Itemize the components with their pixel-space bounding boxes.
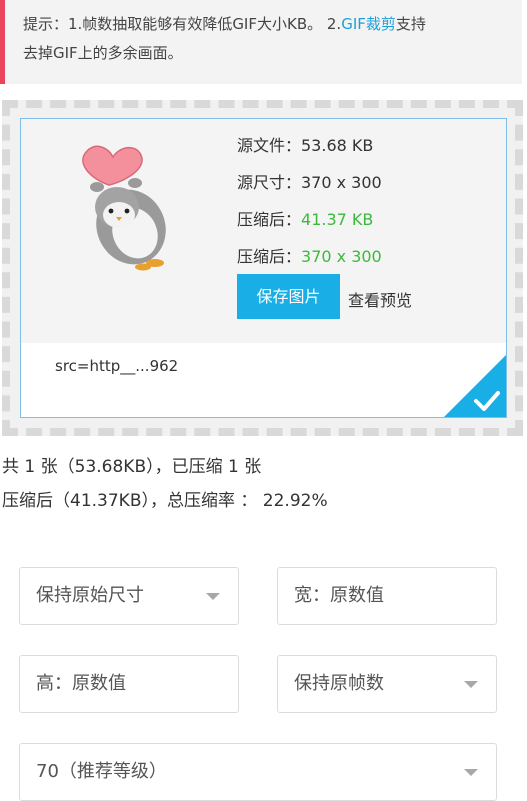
image-info: 源文件：53.68 KB 源尺寸：370 x 300 压缩后：41.37 KB …	[237, 127, 382, 275]
summary-count: 共 1 张（53.68KB），已压缩 1 张	[2, 457, 262, 477]
upload-area[interactable]: 源文件：53.68 KB 源尺寸：370 x 300 压缩后：41.37 KB …	[2, 100, 523, 436]
gif-thumbnail	[82, 145, 166, 271]
size-mode-value: 保持原始尺寸	[36, 585, 144, 606]
tip-text-suffix: 支持	[395, 15, 426, 33]
view-preview-link[interactable]: 查看预览	[348, 287, 412, 311]
tip-banner: 提示：1.帧数抽取能够有效降低GIF大小KB。 2.GIF裁剪支持 去掉GIF上…	[0, 0, 522, 84]
tip-text: 提示：1.帧数抽取能够有效降低GIF大小KB。 2.	[23, 15, 342, 33]
image-card-footer: src=http__...962	[21, 343, 506, 417]
compressed-dims-value: 370 x 300	[301, 247, 382, 266]
compressed-dimensions: 压缩后：370 x 300	[237, 238, 382, 275]
chevron-down-icon	[206, 593, 220, 600]
tip-line-1: 提示：1.帧数抽取能够有效降低GIF大小KB。 2.GIF裁剪支持	[23, 10, 512, 39]
compressed-size-label: 压缩后：	[237, 210, 302, 229]
compressed-file-size: 压缩后：41.37 KB	[237, 201, 382, 238]
tip-line-2: 去掉GIF上的多余画面。	[23, 44, 183, 62]
height-placeholder: 高：原数值	[36, 673, 126, 694]
chevron-down-icon	[464, 681, 478, 688]
gif-crop-link[interactable]: GIF裁剪	[341, 15, 396, 33]
compressed-dims-label: 压缩后：	[237, 247, 302, 266]
height-input[interactable]: 高：原数值	[19, 655, 239, 713]
source-dimensions: 源尺寸：370 x 300	[237, 173, 382, 192]
chevron-down-icon	[464, 769, 478, 776]
width-placeholder: 宽：原数值	[294, 585, 384, 606]
image-card[interactable]: 源文件：53.68 KB 源尺寸：370 x 300 压缩后：41.37 KB …	[20, 118, 507, 418]
quality-select[interactable]: 70（推荐等级）	[19, 743, 497, 801]
file-name: src=http__...962	[55, 357, 179, 375]
size-mode-select[interactable]: 保持原始尺寸	[19, 567, 239, 625]
image-card-details: 源文件：53.68 KB 源尺寸：370 x 300 压缩后：41.37 KB …	[21, 119, 506, 343]
frame-mode-value: 保持原帧数	[294, 673, 384, 694]
save-image-button[interactable]: 保存图片	[237, 274, 340, 319]
compressed-size-value: 41.37 KB	[301, 210, 374, 229]
frame-mode-select[interactable]: 保持原帧数	[277, 655, 497, 713]
check-icon	[444, 355, 506, 417]
source-file-size: 源文件：53.68 KB	[237, 136, 374, 155]
quality-value: 70（推荐等级）	[36, 761, 167, 782]
summary-ratio: 压缩后（41.37KB），总压缩率 ： 22.92%	[2, 491, 328, 511]
compression-summary: 共 1 张（53.68KB），已压缩 1 张 压缩后（41.37KB），总压缩率…	[2, 450, 328, 518]
width-input[interactable]: 宽：原数值	[277, 567, 497, 625]
